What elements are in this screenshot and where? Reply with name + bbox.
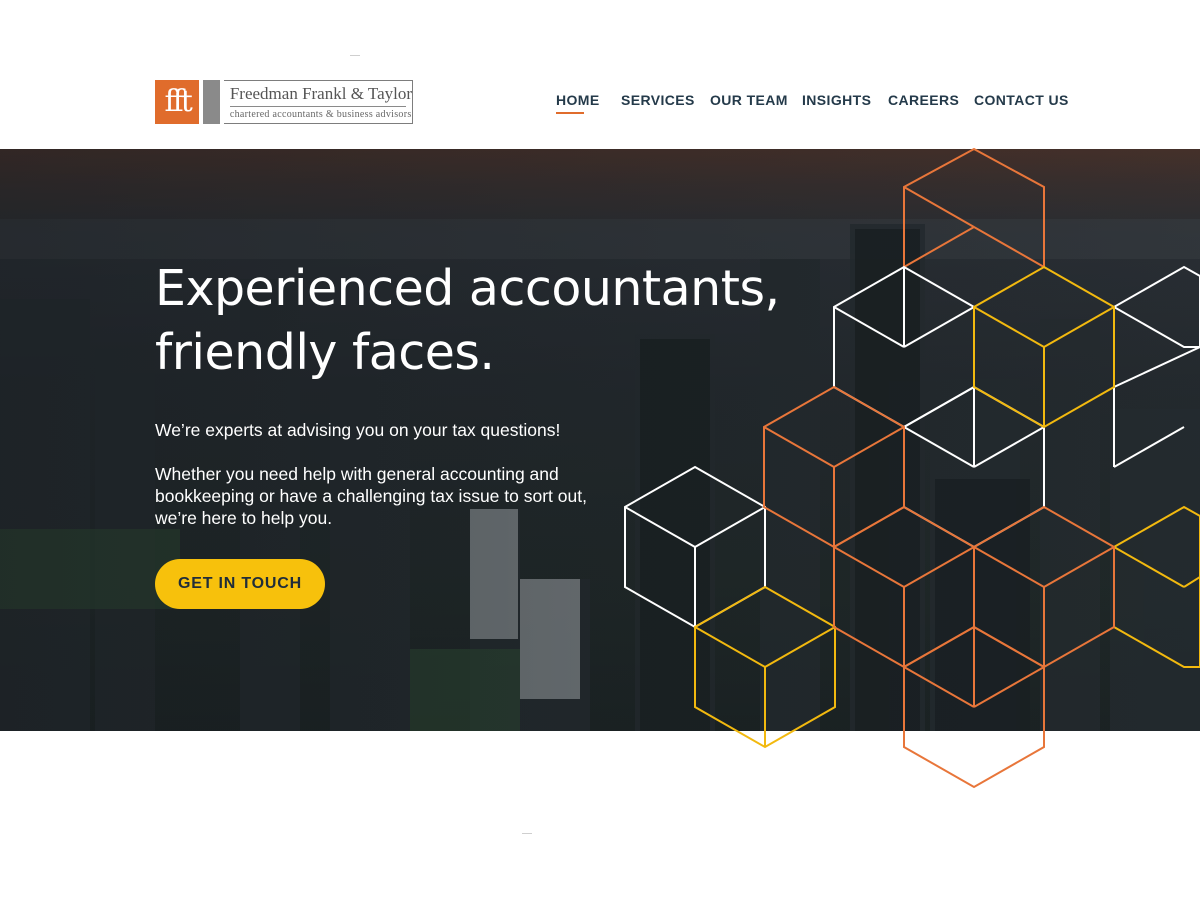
nav-careers[interactable]: CAREERS <box>888 92 959 108</box>
bottom-divider-mark <box>522 833 532 834</box>
top-divider-mark <box>350 55 360 56</box>
nav-home[interactable]: HOME <box>556 92 600 108</box>
nav-our-team[interactable]: OUR TEAM <box>710 92 788 108</box>
nav-services[interactable]: SERVICES <box>621 92 695 108</box>
nav-contact-us[interactable]: CONTACT US <box>974 92 1069 108</box>
hero-banner: Experienced accountants, friendly faces.… <box>0 149 1200 731</box>
active-nav-indicator <box>556 112 584 114</box>
hero-headline-line1: Experienced accountants, <box>155 260 780 317</box>
hero-intro: We’re experts at advising you on your ta… <box>155 420 561 440</box>
get-in-touch-button[interactable]: GET IN TOUCH <box>155 559 325 609</box>
hero-headline: Experienced accountants, friendly faces. <box>155 257 835 385</box>
hero-headline-line2: friendly faces. <box>155 324 495 381</box>
main-navigation: HOME SERVICES OUR TEAM INSIGHTS CAREERS … <box>0 92 1200 122</box>
hero-body: Whether you need help with general accou… <box>155 464 587 528</box>
nav-insights[interactable]: INSIGHTS <box>802 92 871 108</box>
